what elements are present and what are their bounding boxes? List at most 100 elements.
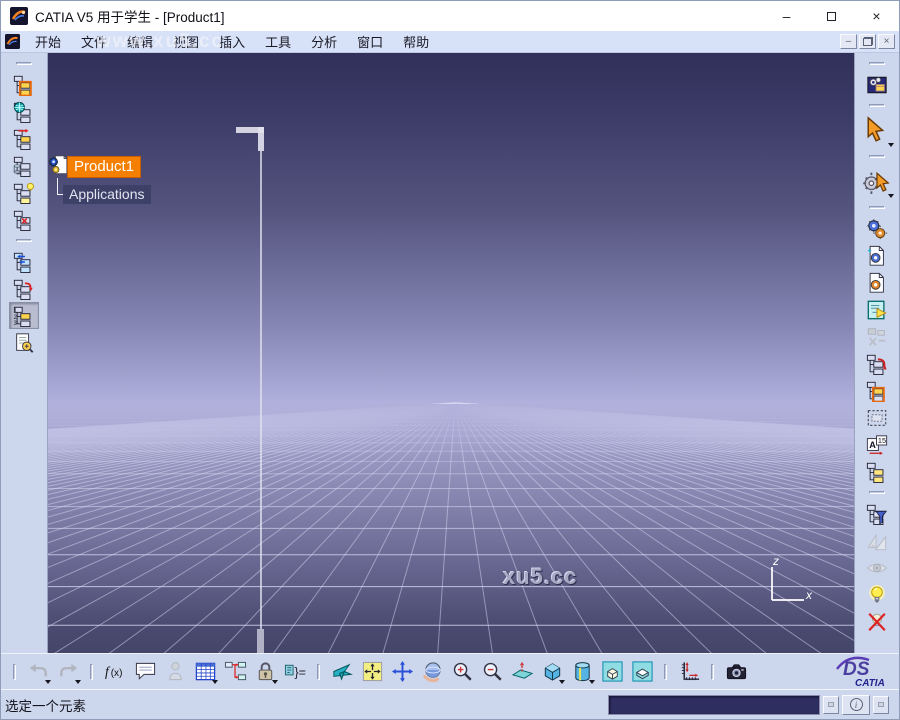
menu-item-7[interactable]: 窗口	[347, 31, 393, 52]
manage-representations-button[interactable]	[9, 275, 39, 302]
svg-text:}=: }=	[294, 665, 305, 679]
component-button[interactable]	[9, 71, 39, 98]
dropdown-arrow-icon[interactable]	[212, 680, 218, 684]
instances-tree-button[interactable]	[862, 458, 892, 485]
lock-button[interactable]	[251, 658, 279, 686]
dropdown-arrow-icon[interactable]	[888, 194, 894, 198]
power-input-field[interactable]	[608, 695, 820, 715]
mdi-restore-button[interactable]	[859, 34, 876, 49]
screen-capture-button[interactable]	[722, 658, 750, 686]
swap-visible-space-button[interactable]	[862, 608, 892, 635]
redo-button[interactable]	[54, 658, 82, 686]
update-icon	[866, 353, 888, 375]
comments-button[interactable]	[131, 658, 159, 686]
status-mini-button-2[interactable]	[873, 696, 889, 714]
dropdown-arrow-icon[interactable]	[45, 680, 51, 684]
hide-show-eye-button[interactable]	[862, 554, 892, 581]
toolbar-grip[interactable]	[16, 239, 32, 242]
toolbar-grip[interactable]	[869, 491, 885, 494]
knowledge-document-orange-button[interactable]	[862, 269, 892, 296]
fast-multi-instantiation-icon	[13, 332, 35, 354]
fit-all-in-button[interactable]	[358, 658, 386, 686]
toolbar-grip[interactable]	[90, 664, 93, 680]
toolbar-grip[interactable]	[13, 664, 16, 680]
toolbar-grip[interactable]	[869, 206, 885, 209]
dropdown-arrow-icon[interactable]	[75, 680, 81, 684]
shading-with-edges-button[interactable]	[628, 658, 656, 686]
viewport-3d[interactable]: Product1 Applications xu5.cc z x	[48, 53, 854, 653]
tree-node-applications[interactable]: Applications	[63, 185, 151, 204]
menu-item-1[interactable]: 文件	[71, 31, 117, 52]
toolbar-grip[interactable]	[869, 155, 885, 158]
status-mini-button-1[interactable]	[823, 696, 839, 714]
pan-button[interactable]	[388, 658, 416, 686]
knowledge-gears-button[interactable]	[862, 215, 892, 242]
toolbar-grip[interactable]	[317, 664, 320, 680]
grid-button[interactable]	[675, 658, 703, 686]
toolbar-grip[interactable]	[664, 664, 667, 680]
relations-button[interactable]	[221, 658, 249, 686]
menu-item-4[interactable]: 插入	[209, 31, 255, 52]
dropdown-arrow-icon[interactable]	[272, 680, 278, 684]
tree-anchor-line[interactable]	[260, 151, 262, 629]
menu-item-0[interactable]: 开始	[25, 31, 71, 52]
paste-special-button[interactable]	[862, 323, 892, 350]
dropdown-arrow-icon[interactable]	[888, 143, 894, 147]
design-table-button[interactable]	[191, 658, 219, 686]
named-views-button[interactable]	[568, 658, 596, 686]
replace-component-button[interactable]	[9, 152, 39, 179]
shading-button[interactable]	[598, 658, 626, 686]
knowledge-document-blue-button[interactable]	[862, 242, 892, 269]
tree-node-product1[interactable]: Product1	[67, 156, 141, 178]
dropdown-arrow-icon[interactable]	[559, 680, 565, 684]
toolbar-grip[interactable]	[711, 664, 714, 680]
toolbar-grip[interactable]	[869, 62, 885, 65]
mdi-minimize-button[interactable]: –	[840, 34, 857, 49]
existing-component-button[interactable]	[9, 98, 39, 125]
open-catalog-button[interactable]	[862, 296, 892, 323]
toolbar-grip[interactable]	[869, 104, 885, 107]
rule-button[interactable]: }=	[281, 658, 309, 686]
update-button[interactable]	[862, 350, 892, 377]
isometric-view-button[interactable]	[538, 658, 566, 686]
menu-item-3[interactable]: 视图	[163, 31, 209, 52]
document-app-icon[interactable]	[5, 34, 20, 49]
maximize-button[interactable]	[809, 1, 854, 31]
smart-pick-button[interactable]	[859, 164, 895, 200]
menu-item-5[interactable]: 工具	[255, 31, 301, 52]
tree-anchor-bar-arm[interactable]	[258, 127, 264, 151]
knowledge-lock-button[interactable]	[161, 658, 189, 686]
rotate-icon	[421, 660, 444, 683]
mdi-close-button[interactable]: ×	[878, 34, 895, 49]
select-button[interactable]	[859, 113, 895, 149]
tree-filter-button[interactable]	[862, 500, 892, 527]
graph-tree-reordering-button[interactable]	[9, 179, 39, 206]
tree-anchor-cap[interactable]	[257, 629, 264, 653]
menu-item-6[interactable]: 分析	[301, 31, 347, 52]
minimize-button[interactable]: –	[764, 1, 809, 31]
selective-load-button[interactable]	[9, 248, 39, 275]
multi-instantiation-button[interactable]: 123	[9, 302, 39, 329]
menu-item-8[interactable]: 帮助	[393, 31, 439, 52]
undo-button[interactable]	[24, 658, 52, 686]
menu-item-2[interactable]: 编辑	[117, 31, 163, 52]
existing-component-with-positioning-button[interactable]	[9, 125, 39, 152]
zoom-out-button[interactable]	[478, 658, 506, 686]
dropdown-arrow-icon[interactable]	[589, 680, 595, 684]
generate-numbering-button[interactable]	[9, 206, 39, 233]
formula-button[interactable]: f(x)	[101, 658, 129, 686]
new-component-button[interactable]	[862, 377, 892, 404]
measure-button[interactable]	[862, 527, 892, 554]
product-structure-workbench-button[interactable]	[862, 71, 892, 98]
selection-trap-button[interactable]	[862, 404, 892, 431]
close-button[interactable]: ×	[854, 1, 899, 31]
fast-multi-instantiation-button[interactable]	[9, 329, 39, 356]
generate-ids-button[interactable]: A15	[862, 431, 892, 458]
info-button[interactable]: i	[842, 695, 870, 715]
normal-view-button[interactable]	[508, 658, 536, 686]
toolbar-grip[interactable]	[16, 62, 32, 65]
rotate-button[interactable]	[418, 658, 446, 686]
hide-show-button[interactable]	[862, 581, 892, 608]
fly-mode-button[interactable]	[328, 658, 356, 686]
zoom-in-button[interactable]	[448, 658, 476, 686]
